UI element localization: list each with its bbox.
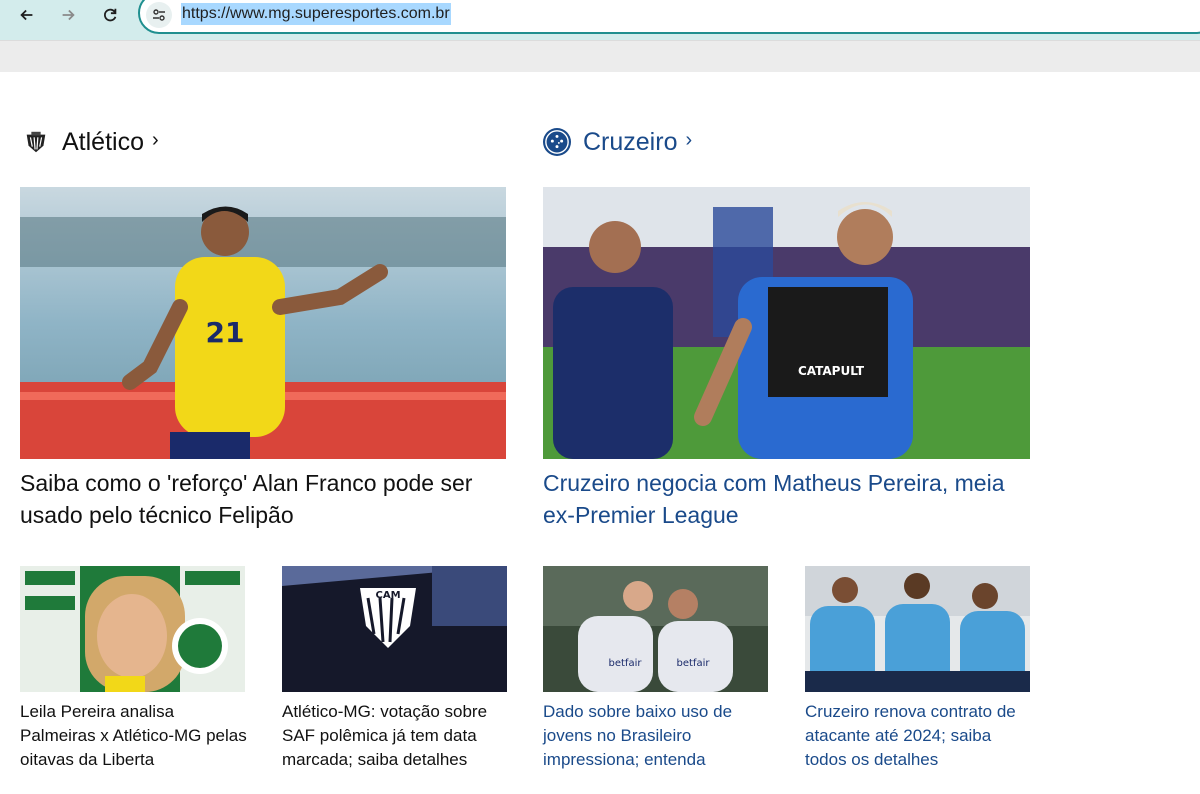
atletico-item-1-headline[interactable]: Leila Pereira analisa Palmeiras x Atléti… bbox=[20, 700, 250, 772]
reload-icon bbox=[104, 8, 117, 22]
svg-text:betfair: betfair bbox=[609, 658, 643, 669]
atletico-item-2-headline[interactable]: Atlético-MG: votação sobre SAF polêmica … bbox=[282, 700, 512, 772]
cruzeiro-lead-image[interactable]: CATAPULT bbox=[543, 187, 1030, 459]
section-title-label: Atlético bbox=[62, 127, 144, 156]
cruzeiro-item-2-headline[interactable]: Cruzeiro renova contrato de atacante até… bbox=[805, 700, 1035, 772]
tune-icon bbox=[153, 9, 165, 21]
site-info-button[interactable] bbox=[146, 2, 172, 28]
cruzeiro-crest-icon bbox=[543, 128, 571, 156]
section-title-label: Cruzeiro bbox=[583, 127, 678, 156]
atletico-crest-icon bbox=[22, 128, 50, 156]
cruzeiro-item-1-image[interactable]: betfair betfair bbox=[543, 566, 768, 692]
svg-text:CATAPULT: CATAPULT bbox=[798, 364, 865, 378]
arrow-left-icon bbox=[20, 9, 33, 21]
url-text[interactable]: https://www.mg.superesportes.com.br bbox=[181, 3, 451, 25]
forward-button[interactable] bbox=[55, 2, 81, 28]
atletico-lead-image[interactable]: 21 bbox=[20, 187, 506, 459]
bookmark-bar bbox=[0, 40, 1200, 72]
svg-text:CAM: CAM bbox=[375, 590, 400, 601]
chevron-right-icon: › bbox=[151, 128, 159, 151]
chevron-right-icon: › bbox=[685, 128, 693, 151]
cruzeiro-item-1-headline[interactable]: Dado sobre baixo uso de jovens no Brasil… bbox=[543, 700, 773, 772]
arrow-right-icon bbox=[62, 9, 75, 21]
cruzeiro-item-2-image[interactable] bbox=[805, 566, 1030, 692]
atletico-lead-headline[interactable]: Saiba como o 'reforço' Alan Franco pode … bbox=[20, 467, 506, 531]
atletico-item-2-image[interactable]: CAM bbox=[282, 566, 507, 692]
browser-toolbar: https://www.mg.superesportes.com.br bbox=[0, 0, 1200, 40]
back-button[interactable] bbox=[14, 2, 40, 28]
svg-text:betfair: betfair bbox=[677, 658, 711, 669]
section-title-cruzeiro[interactable]: Cruzeiro › bbox=[543, 124, 692, 160]
cruzeiro-lead-headline[interactable]: Cruzeiro negocia com Matheus Pereira, me… bbox=[543, 467, 1029, 531]
svg-text:21: 21 bbox=[206, 316, 245, 349]
atletico-item-1-image[interactable] bbox=[20, 566, 245, 692]
reload-button[interactable] bbox=[97, 2, 123, 28]
section-title-atletico[interactable]: Atlético › bbox=[22, 124, 159, 160]
